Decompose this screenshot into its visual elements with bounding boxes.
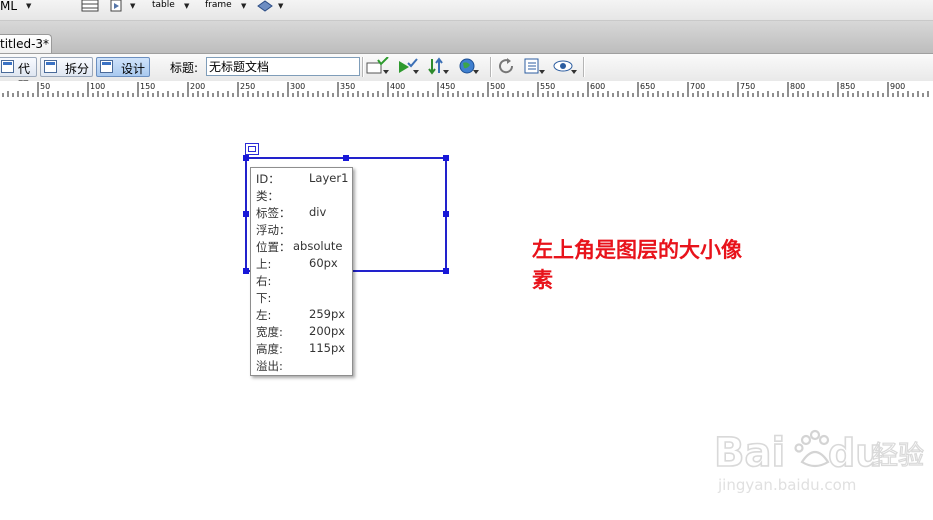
page-insert-icon[interactable] (110, 0, 124, 12)
ruler-tick-label: 600 (590, 82, 605, 91)
chevron-down-icon[interactable]: ▼ (26, 2, 31, 10)
tooltip-key: 标签： (256, 206, 291, 220)
toolbar-divider (490, 57, 492, 77)
resize-handle[interactable] (443, 155, 449, 161)
chevron-down-icon[interactable]: ▼ (278, 2, 283, 10)
tooltip-key: 类： (256, 189, 279, 203)
tooltip-key: 宽度: (256, 325, 283, 339)
code-view-button[interactable]: 代码 (0, 57, 37, 93)
tooltip-key: 下: (256, 291, 272, 305)
view-options-icon[interactable] (524, 57, 546, 77)
refresh-icon[interactable] (498, 57, 516, 77)
tooltip-value: absolute (293, 239, 343, 253)
tooltip-row: ID： Layer1 (256, 171, 352, 188)
html-menu-label[interactable]: ML (0, 0, 17, 12)
tooltip-value: 60px (309, 256, 338, 270)
validate-markup-icon[interactable] (366, 57, 390, 77)
ruler-tick-label: 350 (340, 82, 355, 91)
split-view-label: 拆分 (65, 62, 90, 76)
tooltip-row: 下: (256, 290, 352, 307)
check-page-icon[interactable] (397, 57, 421, 77)
frame-menu-label[interactable]: frame (205, 0, 232, 10)
visual-aids-icon[interactable] (552, 57, 578, 77)
tooltip-key: 位置： (256, 240, 291, 254)
tooltip-value: 259px (309, 307, 346, 321)
tooltip-key: 溢出: (256, 359, 283, 373)
tooltip-value: 200px (309, 324, 346, 338)
tooltip-value: div (309, 205, 327, 219)
chevron-down-icon[interactable]: ▼ (184, 2, 189, 10)
ruler-tick-label: 150 (140, 82, 155, 91)
ruler-tick-label: 50 (40, 82, 50, 91)
tooltip-row: 右: (256, 273, 352, 290)
ruler-tick-label: 300 (290, 82, 305, 91)
layer-anchor-icon[interactable] (245, 143, 259, 155)
ruler-tick-label: 800 (790, 82, 805, 91)
chevron-down-icon[interactable]: ▼ (130, 2, 135, 10)
svg-text:Bai: Bai (714, 430, 785, 476)
document-tab-strip (0, 21, 933, 53)
resize-handle[interactable] (343, 155, 349, 161)
code-view-icon (1, 60, 14, 73)
tooltip-key: ID： (256, 172, 280, 186)
tooltip-key: 高度: (256, 342, 283, 356)
tooltip-row: 浮动： (256, 222, 352, 239)
resize-handle[interactable] (243, 268, 249, 274)
resize-handle[interactable] (243, 211, 249, 217)
design-view-label: 设计 (121, 62, 146, 76)
tooltip-row: 位置： absolute (256, 239, 352, 256)
ruler-tick-label: 250 (240, 82, 255, 91)
toolbar-divider (583, 57, 585, 77)
ruler-tick-label: 700 (690, 82, 705, 91)
tooltip-row: 左: 259px (256, 307, 352, 324)
layer-properties-tooltip: ID： Layer1 类： 标签： div 浮动： 位置： absolute 上… (250, 167, 353, 376)
tooltip-key: 左: (256, 308, 272, 322)
table-menu-label[interactable]: table (152, 0, 175, 10)
tooltip-row: 类： (256, 188, 352, 205)
annotation-text: 左上角是图层的大小像 素 (532, 238, 742, 292)
page-title-input[interactable] (206, 57, 360, 76)
ruler-tick-label: 900 (890, 82, 905, 91)
tooltip-row: 标签： div (256, 205, 352, 222)
insert-toolbar: ML ▼ ▼ table ▼ frame ▼ ▼ (0, 0, 933, 21)
toolbar-divider (362, 57, 364, 77)
document-tab[interactable]: titled-3* (0, 34, 52, 53)
svg-text:jingyan.baidu.com: jingyan.baidu.com (717, 476, 856, 494)
resize-handle[interactable] (443, 211, 449, 217)
ruler-tick-label: 650 (640, 82, 655, 91)
file-transfer-icon[interactable] (428, 57, 450, 77)
tooltip-key: 右: (256, 274, 272, 288)
tooltip-value: Layer1 (309, 171, 349, 185)
tooltip-row: 溢出: (256, 358, 352, 375)
tooltip-value: 115px (309, 341, 346, 355)
design-view-button[interactable]: 设计 (96, 57, 150, 77)
ruler-tick-label: 850 (840, 82, 855, 91)
ruler-tick-label: 550 (540, 82, 555, 91)
ruler-tick-label: 400 (390, 82, 405, 91)
document-tab-label: titled-3* (0, 37, 50, 51)
tooltip-key: 浮动： (256, 223, 291, 237)
design-view-icon (100, 60, 113, 73)
page-title-label: 标题: (170, 61, 199, 75)
resize-handle[interactable] (243, 155, 249, 161)
ruler-tick-label: 100 (90, 82, 105, 91)
split-view-button[interactable]: 拆分 (40, 57, 93, 77)
svg-text:经验: 经验 (872, 441, 924, 471)
tooltip-row: 宽度: 200px (256, 324, 352, 341)
ruler-tick-label: 450 (440, 82, 455, 91)
chevron-down-icon[interactable]: ▼ (241, 2, 246, 10)
tooltip-row: 上: 60px (256, 256, 352, 273)
table-insert-icon[interactable] (81, 0, 99, 12)
tooltip-key: 上: (256, 257, 272, 271)
ruler-tick-label: 200 (190, 82, 205, 91)
ruler-tick-label: 750 (740, 82, 755, 91)
horizontal-ruler: 50 100 150 200 250 300 350 400 450 500 550 600 650 70… (0, 81, 933, 98)
baidu-jingyan-watermark: Bai du 经验 jingyan.baidu.com (713, 429, 924, 494)
split-view-icon (44, 60, 57, 73)
tooltip-row: 高度: 115px (256, 341, 352, 358)
preview-browser-icon[interactable] (458, 57, 480, 77)
ruler-tick-label: 500 (490, 82, 505, 91)
template-icon[interactable] (256, 0, 274, 12)
resize-handle[interactable] (443, 268, 449, 274)
